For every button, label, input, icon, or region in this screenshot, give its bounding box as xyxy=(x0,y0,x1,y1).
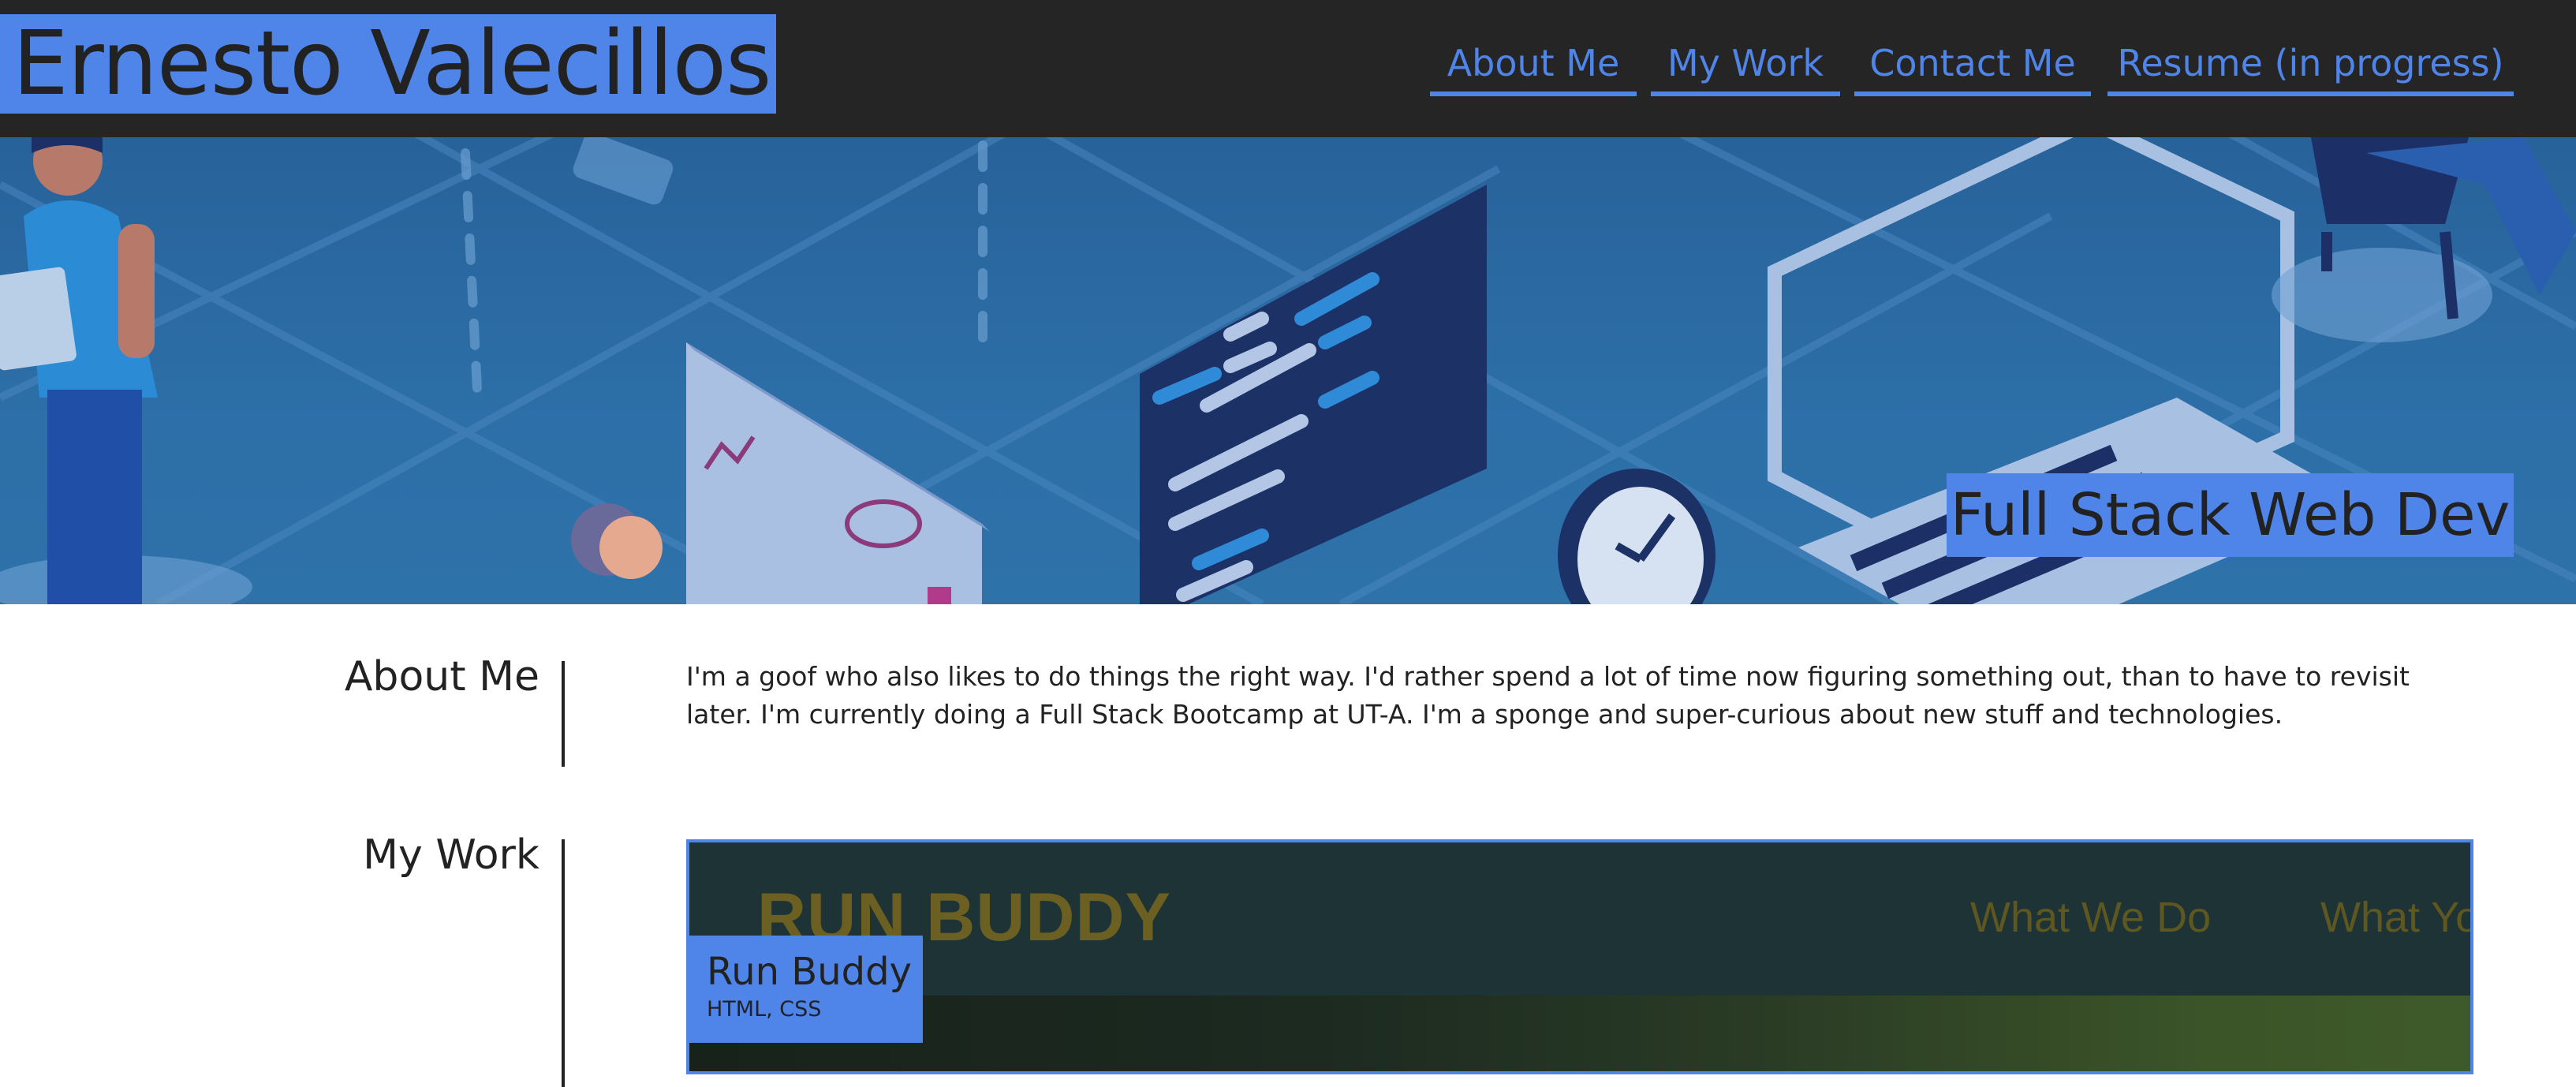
project-label[interactable]: Run Buddy HTML, CSS xyxy=(689,936,923,1043)
hero-tagline: Full Stack Web Dev xyxy=(1947,473,2514,557)
whiteboard-illustration-icon xyxy=(571,342,990,604)
project-preview-nav-item: What Yo xyxy=(2320,894,2473,941)
hero-banner: Full Stack Web Dev xyxy=(0,137,2576,604)
project-tech: HTML, CSS xyxy=(707,997,822,1022)
site-title: Ernesto Valecillos xyxy=(0,14,776,114)
project-preview-image xyxy=(689,995,2470,1071)
nav-link-resume[interactable]: Resume (in progress) xyxy=(2107,35,2514,96)
project-card-run-buddy[interactable]: RUN BUDDY What We Do What Yo Run Buddy H… xyxy=(686,839,2473,1074)
project-preview-nav-item: What We Do xyxy=(1970,894,2212,941)
nav-link-about-me[interactable]: About Me xyxy=(1430,35,1637,96)
about-heading: About Me xyxy=(344,653,539,700)
work-heading: My Work xyxy=(363,831,539,879)
site-header: Ernesto Valecillos About Me My Work Cont… xyxy=(0,0,2576,137)
project-preview-header: RUN BUDDY What We Do What Yo xyxy=(689,842,2470,995)
nav-link-contact-me[interactable]: Contact Me xyxy=(1854,35,2091,96)
nav-link-my-work[interactable]: My Work xyxy=(1651,35,1840,96)
work-divider xyxy=(562,839,565,1087)
project-title: Run Buddy xyxy=(707,950,912,994)
about-divider xyxy=(562,661,565,767)
about-text: I'm a goof who also likes to do things t… xyxy=(686,661,2410,730)
code-panel-illustration-icon xyxy=(1140,185,1487,604)
